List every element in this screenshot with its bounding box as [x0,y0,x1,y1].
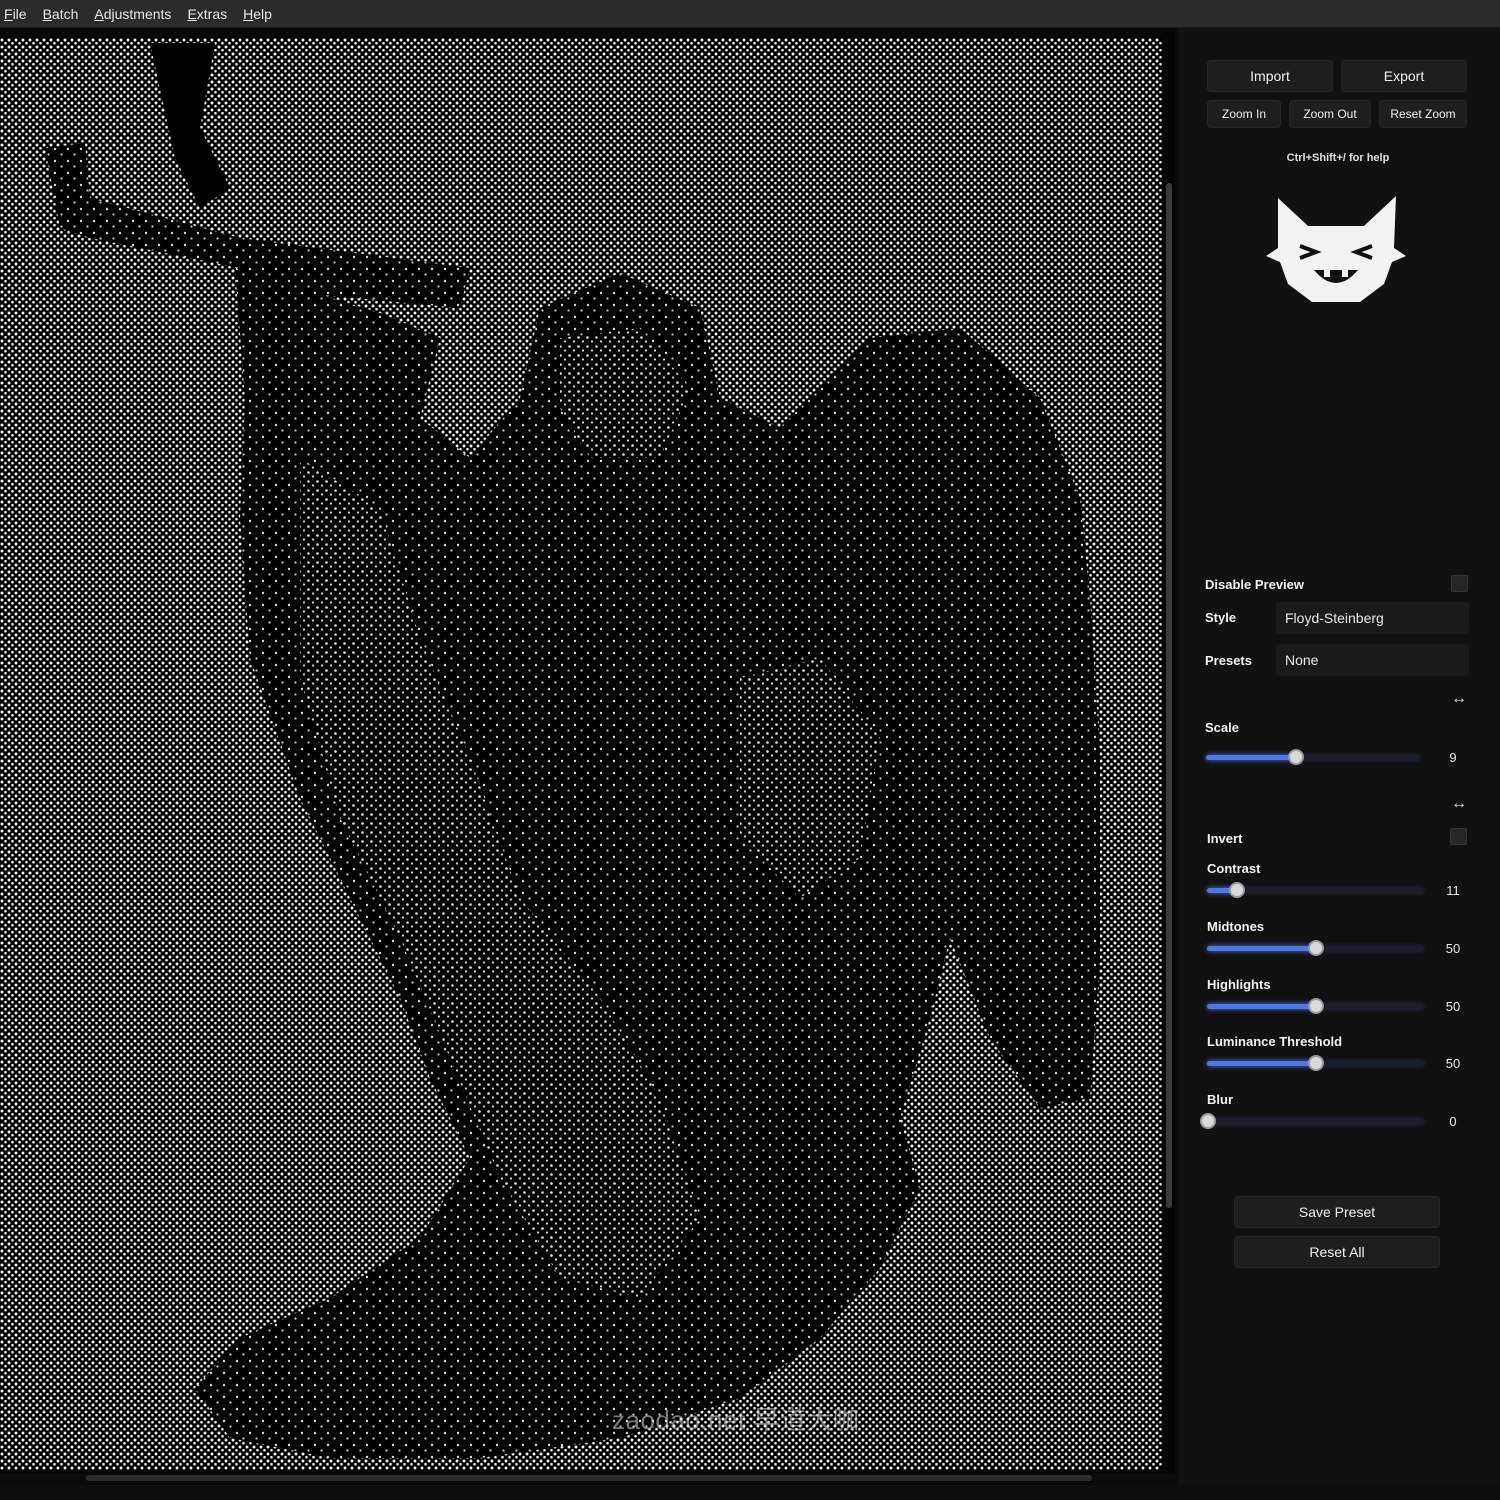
reset-zoom-button[interactable]: Reset Zoom [1379,100,1467,128]
zoom-out-button[interactable]: Zoom Out [1289,100,1371,128]
menu-file-label: ile [12,5,27,22]
midtones-label: Midtones [1207,919,1265,934]
style-label: Style [1205,610,1237,625]
highlights-slider-thumb[interactable] [1307,998,1324,1014]
highlights-value: 50 [1445,999,1461,1014]
highlights-label: Highlights [1207,977,1271,992]
menu-file-mnemonic: F [4,5,13,22]
blur-value: 0 [1449,1114,1457,1129]
menu-help[interactable]: Help [241,6,280,22]
style-select-value: Floyd-Steinberg [1285,610,1384,626]
import-button[interactable]: Import [1207,60,1333,92]
luminance-threshold-slider-thumb[interactable] [1307,1055,1324,1071]
menu-adjustments-label: djustments [103,5,172,22]
zoom-in-button[interactable]: Zoom In [1207,100,1281,128]
invert-checkbox[interactable] [1450,828,1467,845]
blur-label: Blur [1207,1092,1233,1107]
scale-slider-thumb[interactable] [1287,749,1304,765]
dithered-image [0,38,1162,1470]
blur-slider[interactable] [1200,1113,1424,1129]
menu-file[interactable]: File [2,6,35,22]
disable-preview-checkbox[interactable] [1451,575,1468,592]
menu-batch-mnemonic: B [42,5,52,22]
help-hint: Ctrl+Shift+/ for help [1286,152,1390,164]
menu-adjustments[interactable]: Adjustments [92,6,179,22]
menu-extras[interactable]: Extras [185,6,235,22]
expand-horizontal-icon-2[interactable]: ↔ [1448,796,1470,812]
horizontal-scrollbar[interactable] [86,1475,1092,1481]
menu-batch[interactable]: Batch [41,6,87,22]
highlights-slider[interactable] [1207,998,1424,1014]
midtones-slider-fill [1207,946,1316,951]
cat-mascot-icon [1266,196,1406,302]
watermark: zaodao.net 早道大咖 [612,1405,860,1435]
menu-adjustments-mnemonic: A [94,5,104,22]
disable-preview-label: Disable Preview [1205,577,1304,592]
save-preset-button[interactable]: Save Preset [1234,1196,1440,1228]
luminance-threshold-slider-fill [1207,1061,1316,1066]
blur-slider-thumb[interactable] [1200,1113,1216,1129]
presets-select[interactable]: None [1276,644,1469,676]
vertical-scrollbar[interactable] [1166,183,1172,1208]
preview-area[interactable] [0,28,1175,1473]
luminance-threshold-label: Luminance Threshold [1207,1034,1343,1049]
contrast-value: 11 [1446,883,1460,898]
status-bar [0,1485,1500,1500]
scale-label: Scale [1205,720,1239,735]
style-select[interactable]: Floyd-Steinberg [1276,602,1469,634]
expand-horizontal-icon[interactable]: ↔ [1448,691,1470,707]
midtones-slider-thumb[interactable] [1307,940,1324,956]
menu-help-mnemonic: H [243,5,254,22]
menu-batch-label: atch [51,5,79,22]
midtones-value: 50 [1445,941,1461,956]
scale-slider[interactable] [1206,749,1420,765]
presets-select-value: None [1285,652,1319,668]
menu-bar: File Batch Adjustments Extras Help [0,0,1500,28]
reset-all-button[interactable]: Reset All [1234,1236,1440,1268]
dithered-image-canvas[interactable] [0,38,1162,1470]
menu-help-label: elp [253,5,272,22]
contrast-slider[interactable] [1207,882,1424,898]
scale-slider-fill [1206,755,1296,760]
luminance-threshold-slider[interactable] [1207,1055,1424,1071]
midtones-slider[interactable] [1207,940,1424,956]
invert-label: Invert [1207,831,1243,846]
luminance-threshold-value: 50 [1445,1056,1461,1071]
contrast-label: Contrast [1207,861,1261,876]
highlights-slider-fill [1207,1004,1316,1009]
export-button[interactable]: Export [1341,60,1467,92]
scale-value: 9 [1449,750,1457,765]
menu-extras-mnemonic: E [187,5,197,22]
menu-extras-label: xtras [196,5,228,22]
presets-label: Presets [1205,653,1252,668]
